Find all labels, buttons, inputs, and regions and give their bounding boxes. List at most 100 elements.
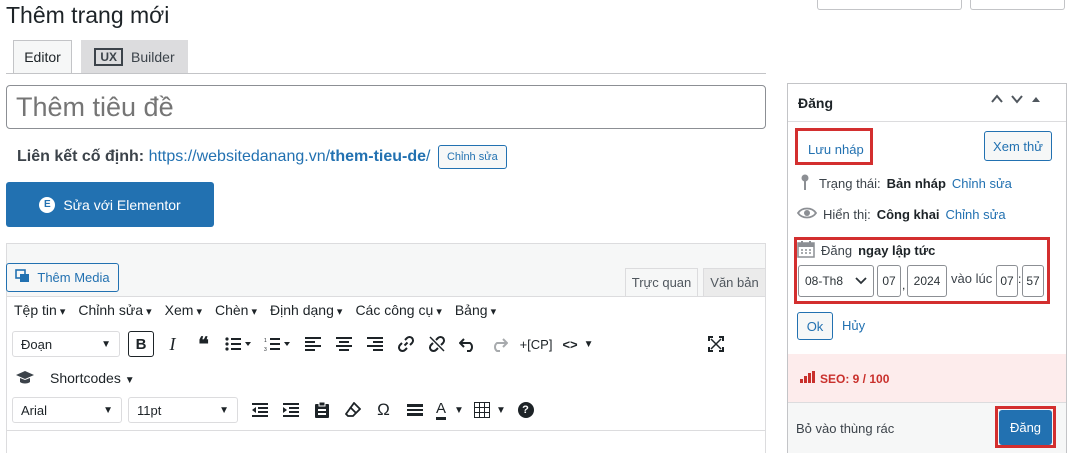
status-edit-link[interactable]: Chỉnh sửa (952, 176, 1012, 191)
menu-tools[interactable]: Các công cụ (355, 302, 441, 318)
insert-link-button[interactable] (390, 331, 421, 357)
chevron-down-icon (855, 274, 867, 288)
format-select[interactable]: Đoạn ▼ (12, 331, 120, 357)
seo-score-text: SEO: 9 / 100 (820, 371, 890, 386)
toolbar-row-1: Đoạn ▼ B I ❝ 13 +[CP] <> ▼ (12, 331, 731, 357)
menu-table[interactable]: Bảng (455, 302, 496, 318)
indent-button[interactable] (275, 397, 306, 423)
tab-ux-builder[interactable]: UX Builder (81, 40, 188, 73)
day-input[interactable]: 07 (877, 265, 901, 297)
content-protector-button[interactable]: +[CP] (514, 331, 558, 357)
year-input[interactable]: 2024 (907, 265, 947, 297)
preview-button[interactable]: Xem thử (984, 131, 1052, 161)
font-size-select[interactable]: 11pt ▼ (128, 397, 238, 423)
bullet-list-button[interactable] (219, 331, 257, 357)
edit-with-elementor-button[interactable]: E Sửa với Elementor (6, 182, 214, 227)
permalink-trail: / (426, 148, 431, 166)
editor-menubar: Tệp tin Chỉnh sửa Xem Chèn Định dạng Các… (14, 302, 496, 318)
fullscreen-button[interactable] (700, 331, 731, 357)
collapse-toggle-icon[interactable] (1030, 92, 1042, 111)
toolbar-row-2: Shortcodes ▼ (12, 365, 135, 391)
numbered-list-button[interactable]: 13 (257, 331, 297, 357)
ok-button[interactable]: Ok (797, 312, 833, 340)
publish-highlight (995, 406, 1056, 448)
chevron-down-icon: ▼ (454, 404, 464, 416)
font-family-select[interactable]: Arial ▼ (12, 397, 122, 423)
special-character-button[interactable]: Ω (368, 397, 399, 423)
permalink-edit-button[interactable]: Chỉnh sửa (437, 145, 507, 169)
move-up-icon[interactable] (990, 92, 1004, 111)
code-button[interactable]: <> ▼ (558, 331, 598, 357)
minute-input[interactable]: 57 (1022, 265, 1044, 297)
status-row: Trạng thái: Bản nháp Chỉnh sửa (797, 173, 1012, 194)
outdent-icon (251, 403, 268, 417)
shortcodes-menu[interactable]: Shortcodes ▼ (50, 370, 135, 386)
table-button[interactable]: ▼ (470, 397, 510, 423)
tab-text[interactable]: Văn bản (703, 268, 766, 296)
add-media-button[interactable]: Thêm Media (6, 263, 119, 292)
post-title-input[interactable] (6, 85, 766, 129)
screen-options-button[interactable] (817, 0, 962, 10)
undo-button[interactable] (452, 331, 483, 357)
font-family-value: Arial (21, 402, 48, 418)
month-value: 08-Th8 (805, 274, 844, 288)
horizontal-line-icon (406, 404, 423, 416)
chevron-down-icon: ▼ (583, 338, 594, 350)
code-icon: <> (562, 336, 578, 352)
tab-builder-label: Builder (131, 49, 175, 65)
cancel-link[interactable]: Hủy (842, 318, 865, 333)
move-to-trash-link[interactable]: Bỏ vào thùng rác (796, 421, 894, 436)
menu-view[interactable]: Xem (165, 302, 202, 318)
clear-formatting-button[interactable] (337, 397, 368, 423)
font-size-value: 11pt (137, 402, 162, 418)
help-button[interactable] (970, 0, 1065, 10)
seo-score: SEO: 9 / 100 (800, 371, 889, 386)
italic-button[interactable]: I (157, 331, 188, 357)
unlink-button[interactable] (421, 331, 452, 357)
media-icon (15, 269, 31, 286)
align-right-icon (366, 337, 383, 351)
horizontal-line-button[interactable] (399, 397, 430, 423)
menu-format[interactable]: Định dạng (270, 302, 342, 318)
tab-editor[interactable]: Editor (13, 40, 72, 73)
redo-icon (493, 338, 508, 352)
clipboard-icon (314, 402, 329, 418)
seo-chart-icon (800, 371, 816, 386)
chevron-down-icon: ▼ (496, 404, 506, 416)
move-down-icon[interactable] (1010, 92, 1024, 111)
bold-button[interactable]: B (128, 331, 154, 357)
publish-box-title: Đăng (798, 95, 833, 111)
editor-content-area[interactable] (7, 430, 765, 453)
permalink-link[interactable]: https://websitedanang.vn/them-tieu-de/ (149, 148, 431, 165)
visibility-row: Hiển thị: Công khai Chỉnh sửa (796, 206, 1006, 223)
hour-input[interactable]: 07 (996, 265, 1018, 297)
menu-insert[interactable]: Chèn (215, 302, 257, 318)
permalink-slug: them-tieu-de (330, 148, 427, 166)
link-icon (397, 335, 414, 353)
elementor-label: Sửa với Elementor (63, 196, 181, 213)
blockquote-button[interactable]: ❝ (188, 331, 219, 357)
svg-text:3: 3 (264, 347, 267, 351)
date-separator: , (902, 278, 906, 292)
help-button-editor[interactable]: ? (510, 397, 541, 423)
visibility-edit-link[interactable]: Chỉnh sửa (946, 207, 1006, 222)
menu-file[interactable]: Tệp tin (14, 302, 65, 318)
status-value: Bản nháp (886, 176, 946, 191)
tab-visual[interactable]: Trực quan (625, 268, 698, 296)
eraser-icon (344, 402, 361, 417)
align-left-button[interactable] (297, 331, 328, 357)
align-right-button[interactable] (359, 331, 390, 357)
eye-icon (796, 206, 818, 223)
redo-button[interactable] (483, 331, 514, 357)
chevron-down-icon: ▼ (101, 338, 111, 350)
elementor-icon: E (39, 196, 56, 213)
outdent-button[interactable] (244, 397, 275, 423)
text-color-button[interactable]: A ▼ (430, 397, 470, 423)
month-select[interactable]: 08-Th8 (798, 265, 874, 297)
align-center-button[interactable] (328, 331, 359, 357)
chevron-down-icon: ▼ (103, 404, 113, 416)
menu-edit[interactable]: Chỉnh sửa (78, 302, 151, 318)
paste-text-button[interactable] (306, 397, 337, 423)
indent-icon (282, 403, 299, 417)
unlink-icon (428, 335, 445, 353)
